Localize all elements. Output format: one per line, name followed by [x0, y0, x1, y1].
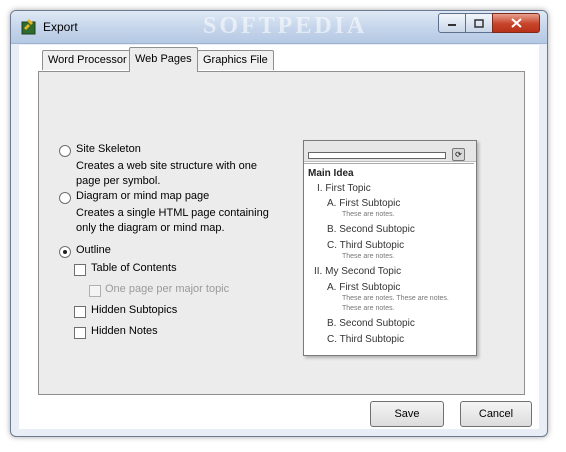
preview-body: Main Idea I. First Topic A. First Subtop… [304, 163, 474, 354]
save-button[interactable]: Save [370, 401, 444, 427]
tab-word-processor[interactable]: Word Processor [42, 50, 133, 70]
outline-preview: ⟳ Main Idea I. First Topic A. First Subt… [303, 140, 477, 356]
diagram-page-desc-1: Creates a single HTML page containing [76, 207, 269, 219]
preview-line: I. First Topic [317, 183, 371, 194]
preview-line: Main Idea [308, 168, 354, 179]
site-skeleton-radio[interactable] [59, 145, 71, 157]
web-pages-panel: Site Skeleton Creates a web site structu… [38, 71, 525, 395]
site-skeleton-desc-2: page per symbol. [76, 175, 161, 187]
tab-web-pages[interactable]: Web Pages [129, 47, 198, 72]
outline-label[interactable]: Outline [76, 244, 111, 256]
preview-line: II. My Second Topic [314, 266, 402, 277]
preview-line: A. First Subtopic [327, 198, 401, 209]
preview-address-bar [308, 152, 446, 159]
table-of-contents-checkbox[interactable] [74, 264, 86, 276]
cancel-button[interactable]: Cancel [460, 401, 532, 427]
window-title: Export [43, 20, 78, 34]
tab-strip: Word Processor Web Pages Graphics File [19, 45, 539, 72]
maximize-button[interactable] [465, 13, 493, 33]
preview-line: C. Third Subtopic [327, 334, 405, 345]
preview-line: B. Second Subtopic [327, 318, 415, 329]
close-icon [510, 18, 522, 28]
dialog-content: Word Processor Web Pages Graphics File S… [19, 45, 539, 429]
site-skeleton-label[interactable]: Site Skeleton [76, 143, 141, 155]
watermark: SOFTPEDIA [203, 13, 368, 39]
preview-line: B. Second Subtopic [327, 224, 415, 235]
hidden-subtopics-checkbox[interactable] [74, 306, 86, 318]
table-of-contents-label[interactable]: Table of Contents [91, 262, 177, 274]
hidden-notes-checkbox[interactable] [74, 327, 86, 339]
preview-note: These are notes. These are notes. [342, 295, 449, 302]
preview-line: C. Third Subtopic [327, 240, 405, 251]
one-page-per-topic-label: One page per major topic [105, 283, 230, 295]
minimize-button[interactable] [438, 13, 466, 33]
minimize-icon [448, 24, 456, 26]
diagram-page-desc-2: only the diagram or mind map. [76, 222, 225, 234]
preview-note: These are notes. [342, 211, 395, 218]
preview-line: A. First Subtopic [327, 282, 401, 293]
diagram-page-radio[interactable] [59, 192, 71, 204]
hidden-notes-label[interactable]: Hidden Notes [91, 325, 158, 337]
hidden-subtopics-label[interactable]: Hidden Subtopics [91, 304, 177, 316]
preview-browser-icon: ⟳ [452, 148, 465, 161]
maximize-icon [474, 18, 484, 28]
preview-browser-bar: ⟳ [304, 141, 476, 162]
diagram-page-label[interactable]: Diagram or mind map page [76, 190, 209, 202]
export-dialog: Export SOFTPEDIA Word Processor Web Page… [10, 10, 548, 437]
title-bar[interactable]: Export SOFTPEDIA [11, 11, 547, 44]
one-page-per-topic-checkbox [89, 285, 101, 297]
site-skeleton-desc-1: Creates a web site structure with one [76, 160, 257, 172]
close-button[interactable] [492, 13, 540, 33]
outline-radio[interactable] [59, 246, 71, 258]
tab-graphics-file[interactable]: Graphics File [197, 50, 274, 70]
preview-note: These are notes. [342, 305, 395, 312]
preview-note: These are notes. [342, 253, 395, 260]
app-icon [21, 19, 36, 35]
